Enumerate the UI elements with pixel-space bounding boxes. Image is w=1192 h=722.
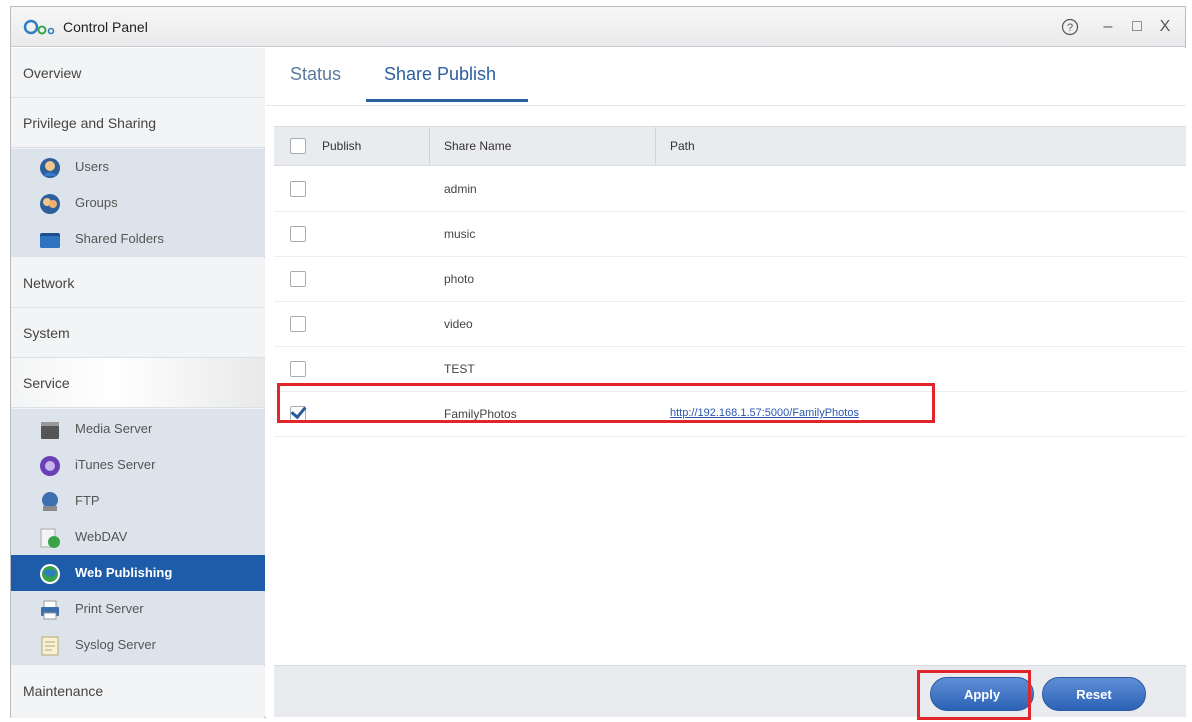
sidebar: Overview Privilege and Sharing Users Gro… [11, 48, 265, 718]
globe-icon [40, 564, 60, 584]
sidebar-item-itunes-server[interactable]: iTunes Server [11, 447, 265, 483]
tab-status[interactable]: Status [290, 64, 341, 85]
sidebar-item-shared-folders[interactable]: Shared Folders [11, 221, 265, 257]
share-name: photo [444, 272, 475, 286]
publish-checkbox[interactable] [290, 181, 306, 197]
sidebar-category-overview[interactable]: Overview [11, 48, 265, 98]
ftp-icon [42, 492, 58, 511]
table-header: Publish Share Name Path [274, 126, 1186, 166]
user-icon [40, 158, 60, 178]
app-logo-icon [23, 19, 55, 35]
help-button[interactable]: ? [1059, 16, 1081, 38]
maximize-button[interactable]: □ [1126, 16, 1148, 38]
minimize-icon: – [1103, 18, 1113, 35]
sidebar-category-privilege[interactable]: Privilege and Sharing [11, 98, 265, 148]
close-button[interactable]: X [1154, 16, 1176, 38]
table-row[interactable]: photo [274, 257, 1186, 302]
sidebar-item-label: Media Server [75, 421, 153, 436]
sidebar-item-media-server[interactable]: Media Server [11, 411, 265, 447]
sidebar-item-groups[interactable]: Groups [11, 185, 265, 221]
folder-icon [40, 233, 60, 248]
groups-icon [40, 194, 60, 214]
share-name: TEST [444, 362, 475, 376]
control-panel-window: Control Panel ? – □ X Overview Privilege… [10, 6, 1186, 720]
sidebar-item-print-server[interactable]: Print Server [11, 591, 265, 627]
sidebar-item-label: FTP [75, 493, 100, 508]
reset-button[interactable]: Reset [1042, 677, 1146, 711]
active-tab-indicator [366, 99, 528, 102]
maximize-icon: □ [1132, 18, 1142, 35]
share-table: Publish Share Name Path admin music phot… [274, 120, 1186, 660]
sidebar-item-label: Users [75, 159, 109, 174]
sidebar-item-webdav[interactable]: WebDAV [11, 519, 265, 555]
action-bar: Apply Reset [274, 665, 1186, 717]
printer-icon [41, 600, 59, 620]
column-divider [655, 127, 656, 165]
table-row[interactable]: FamilyPhotos http://192.168.1.57:5000/Fa… [274, 392, 1186, 437]
syslog-icon [41, 636, 59, 656]
sidebar-item-label: WebDAV [75, 529, 128, 544]
sidebar-category-system[interactable]: System [11, 308, 265, 358]
sidebar-item-label: Shared Folders [75, 231, 164, 246]
publish-checkbox-checked[interactable] [290, 406, 306, 422]
service-subitems: Media Server iTunes Server FTP WebDAV We… [11, 409, 265, 665]
tab-share-publish[interactable]: Share Publish [384, 64, 496, 85]
column-header-share-name: Share Name [444, 139, 512, 153]
sidebar-item-label: Print Server [75, 601, 144, 616]
table-row[interactable]: music [274, 212, 1186, 257]
sidebar-item-label: Syslog Server [75, 637, 156, 652]
privilege-subitems: Users Groups Shared Folders [11, 149, 265, 257]
close-icon: X [1159, 18, 1171, 35]
help-icon: ? [1061, 18, 1079, 36]
share-name: video [444, 317, 473, 331]
share-name: FamilyPhotos [444, 407, 517, 421]
sidebar-item-label: Groups [75, 195, 118, 210]
share-name: music [444, 227, 476, 241]
column-header-path: Path [670, 139, 695, 153]
svg-text:?: ? [1067, 22, 1073, 34]
publish-checkbox[interactable] [290, 316, 306, 332]
tab-bar: Status Share Publish [266, 48, 1186, 106]
publish-checkbox[interactable] [290, 226, 306, 242]
sidebar-category-service[interactable]: Service [11, 358, 265, 408]
minimize-button[interactable]: – [1097, 16, 1119, 38]
select-all-checkbox[interactable] [290, 138, 306, 154]
title-bar: Control Panel ? – □ X [11, 7, 1185, 47]
sidebar-category-maintenance[interactable]: Maintenance [11, 666, 265, 716]
sidebar-item-users[interactable]: Users [11, 149, 265, 185]
share-name: admin [444, 182, 477, 196]
sidebar-item-label: iTunes Server [75, 457, 156, 472]
publish-checkbox[interactable] [290, 361, 306, 377]
table-row[interactable]: video [274, 302, 1186, 347]
sidebar-item-syslog-server[interactable]: Syslog Server [11, 627, 265, 663]
sidebar-item-web-publishing[interactable]: Web Publishing [11, 555, 265, 591]
publish-checkbox[interactable] [290, 271, 306, 287]
window-title: Control Panel [63, 19, 148, 35]
itunes-icon [40, 456, 60, 476]
sidebar-category-network[interactable]: Network [11, 258, 265, 308]
table-row[interactable]: TEST [274, 347, 1186, 392]
publish-path-link[interactable]: http://192.168.1.57:5000/FamilyPhotos [670, 407, 859, 419]
main-panel: Status Share Publish Publish Share Name … [266, 48, 1186, 720]
apply-button[interactable]: Apply [930, 677, 1034, 711]
table-row[interactable]: admin [274, 167, 1186, 212]
column-header-publish: Publish [322, 139, 362, 153]
webdav-icon [40, 528, 60, 548]
sidebar-item-ftp[interactable]: FTP [11, 483, 265, 519]
media-server-icon [41, 422, 59, 439]
sidebar-item-label: Web Publishing [75, 565, 173, 580]
column-divider [429, 127, 430, 165]
